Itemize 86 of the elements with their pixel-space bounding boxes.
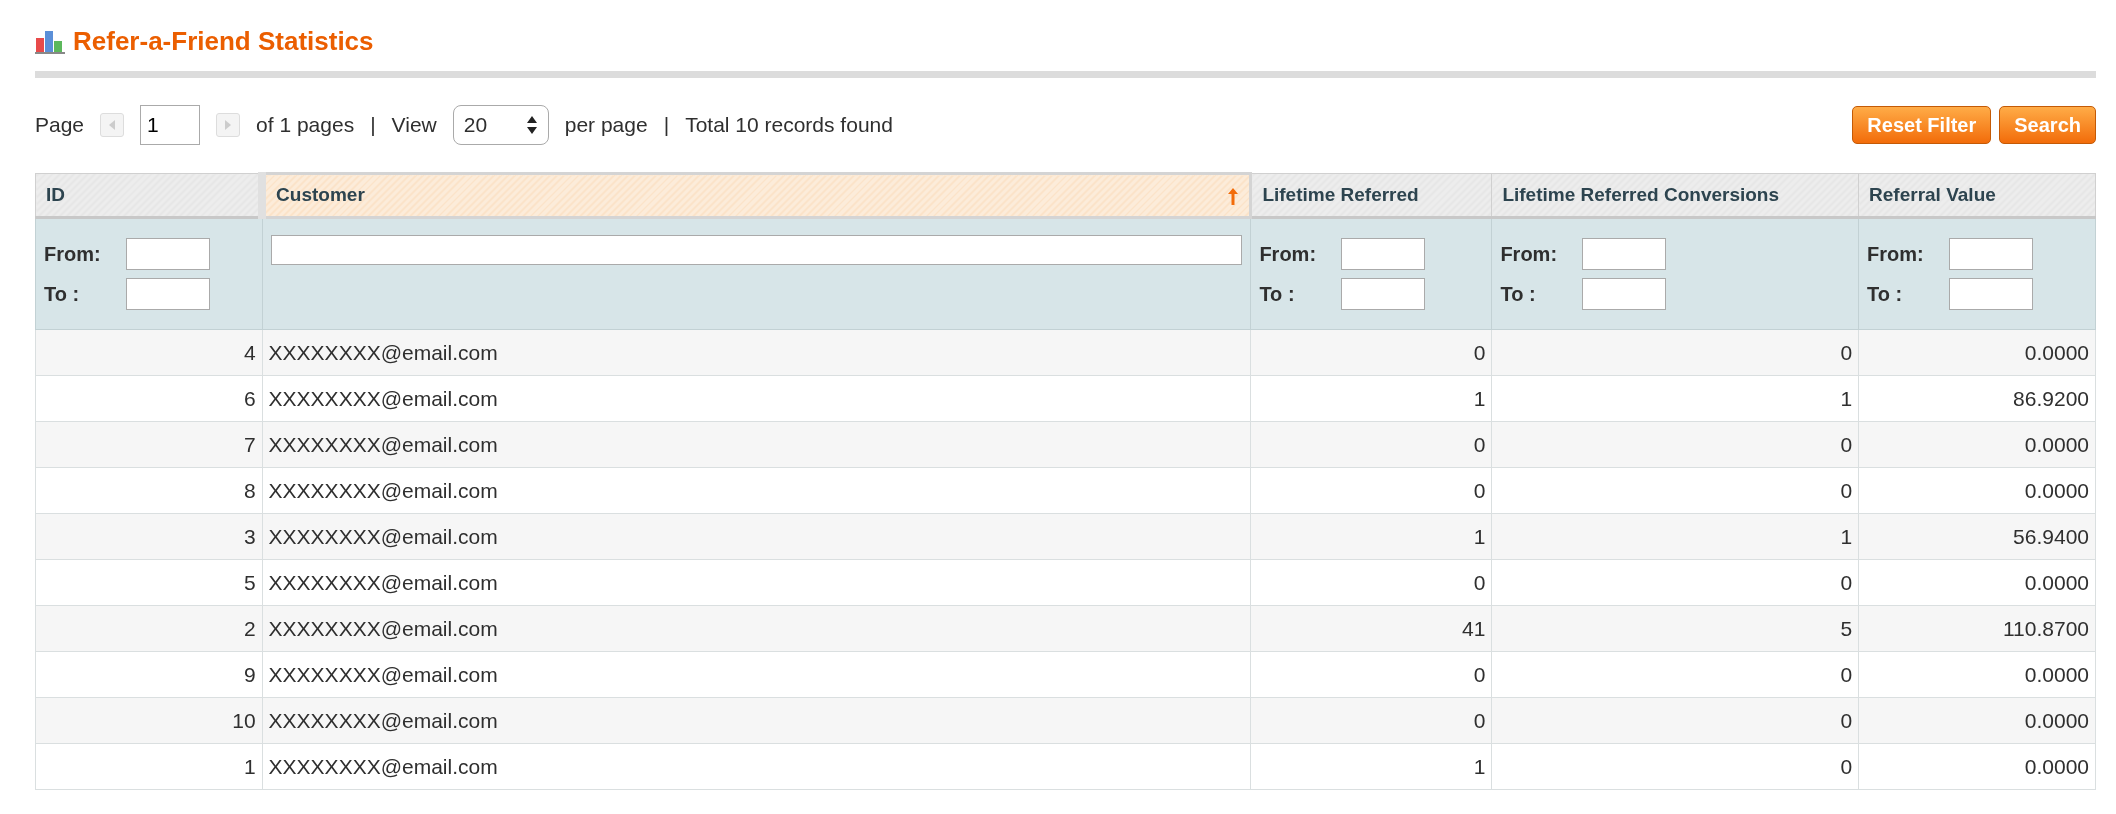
from-input[interactable] bbox=[1582, 238, 1667, 270]
to-label: To : bbox=[1500, 282, 1537, 307]
to-input[interactable] bbox=[126, 278, 210, 310]
page-input[interactable]: 1 bbox=[140, 105, 201, 145]
table-cell: 0.0000 bbox=[1858, 559, 2096, 606]
right-triangle-icon bbox=[224, 120, 233, 130]
separator-text: | bbox=[370, 112, 376, 139]
table-cell: 56.9400 bbox=[1858, 513, 2096, 560]
table-cell: 1 bbox=[1250, 375, 1492, 422]
table-cell: XXXXXXXX@email.com bbox=[262, 697, 1251, 744]
table-cell: 8 bbox=[35, 467, 263, 514]
from-label: From: bbox=[1867, 242, 1925, 267]
table-cell: 0 bbox=[1491, 421, 1859, 468]
column-header[interactable]: Referral Value bbox=[1858, 173, 2096, 218]
table-cell: 0 bbox=[1250, 697, 1492, 744]
table-cell: 86.9200 bbox=[1858, 375, 2096, 422]
total-records-text: Total 10 records found bbox=[685, 112, 893, 139]
page-title: Refer-a-Friend Statistics bbox=[73, 25, 374, 58]
table-cell: 0.0000 bbox=[1858, 421, 2096, 468]
table-cell: XXXXXXXX@email.com bbox=[262, 559, 1251, 606]
from-label: From: bbox=[1259, 242, 1318, 267]
per-page-select[interactable]: 20 bbox=[452, 105, 549, 145]
table-cell: 5 bbox=[1491, 605, 1859, 652]
next-page-button[interactable] bbox=[216, 113, 241, 137]
table-cell: 0 bbox=[1491, 559, 1859, 606]
table-cell: 0 bbox=[1250, 329, 1492, 376]
from-label: From: bbox=[44, 242, 102, 267]
table-cell: 0 bbox=[1491, 743, 1859, 790]
table-cell: 0 bbox=[1250, 651, 1492, 698]
view-label: View bbox=[391, 112, 437, 139]
table-cell: 1 bbox=[1250, 743, 1492, 790]
table-cell: 0.0000 bbox=[1858, 329, 2096, 376]
filter-input[interactable] bbox=[270, 235, 1243, 265]
per-page-label: per page bbox=[564, 112, 648, 139]
table-cell: 0 bbox=[1250, 467, 1492, 514]
table-cell: 1 bbox=[1250, 513, 1492, 560]
table-cell: XXXXXXXX@email.com bbox=[262, 329, 1251, 376]
table-cell: 2 bbox=[35, 605, 263, 652]
table-cell: 0 bbox=[1491, 651, 1859, 698]
page-label: Page bbox=[35, 112, 85, 139]
table-cell: 6 bbox=[35, 375, 263, 422]
table-cell: 41 bbox=[1250, 605, 1492, 652]
table-cell: 0 bbox=[1491, 697, 1859, 744]
table-cell: 1 bbox=[35, 743, 263, 790]
table-cell: XXXXXXXX@email.com bbox=[262, 421, 1251, 468]
table-cell: 0 bbox=[1250, 421, 1492, 468]
up-down-arrows-icon bbox=[525, 115, 538, 135]
table-cell: 0 bbox=[1250, 559, 1492, 606]
from-input[interactable] bbox=[126, 238, 210, 270]
from-label: From: bbox=[1500, 242, 1559, 267]
table-cell: XXXXXXXX@email.com bbox=[262, 743, 1251, 790]
bar-chart-icon bbox=[35, 29, 65, 54]
table-cell: 0.0000 bbox=[1858, 651, 2096, 698]
table-cell: XXXXXXXX@email.com bbox=[262, 375, 1251, 422]
table-cell: 9 bbox=[35, 651, 263, 698]
table-cell: 10 bbox=[35, 697, 263, 744]
from-input[interactable] bbox=[1341, 238, 1426, 270]
to-label: To : bbox=[1867, 282, 1904, 307]
to-label: To : bbox=[1259, 282, 1296, 307]
table-cell: 1 bbox=[1491, 513, 1859, 560]
table-cell: 5 bbox=[35, 559, 263, 606]
previous-page-button[interactable] bbox=[100, 113, 125, 137]
column-header[interactable]: Lifetime Referred Conversions bbox=[1491, 173, 1859, 218]
table-cell: XXXXXXXX@email.com bbox=[262, 513, 1251, 560]
table-cell: 3 bbox=[35, 513, 263, 560]
table-cell: XXXXXXXX@email.com bbox=[262, 605, 1251, 652]
table-cell: 0.0000 bbox=[1858, 743, 2096, 790]
page-count-text: of 1 pages bbox=[256, 112, 355, 139]
table-cell: 4 bbox=[35, 329, 263, 376]
table-cell: 0 bbox=[1491, 467, 1859, 514]
from-input[interactable] bbox=[1949, 238, 2034, 270]
to-input[interactable] bbox=[1582, 278, 1667, 310]
table-cell: 0.0000 bbox=[1858, 467, 2096, 514]
to-input[interactable] bbox=[1949, 278, 2034, 310]
column-header[interactable]: Lifetime Referred bbox=[1250, 173, 1492, 218]
separator-text: | bbox=[663, 112, 670, 139]
table-cell: XXXXXXXX@email.com bbox=[262, 651, 1251, 698]
table-cell: 0.0000 bbox=[1858, 697, 2096, 744]
table-cell: 110.8700 bbox=[1858, 605, 2096, 652]
left-triangle-icon bbox=[108, 120, 117, 130]
table-cell: 0 bbox=[1491, 329, 1859, 376]
table-cell: XXXXXXXX@email.com bbox=[262, 467, 1251, 514]
to-label: To : bbox=[44, 282, 81, 307]
table-cell: 1 bbox=[1491, 375, 1859, 422]
table-cell: 7 bbox=[35, 421, 263, 468]
to-input[interactable] bbox=[1341, 278, 1426, 310]
